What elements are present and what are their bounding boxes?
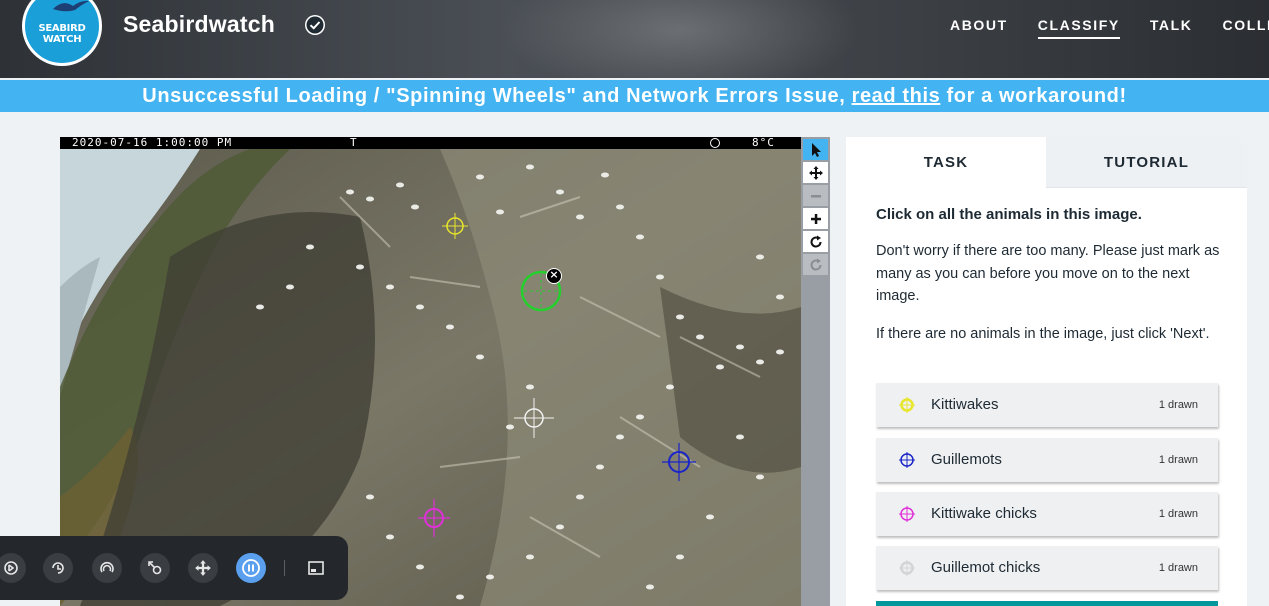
delete-marker-button[interactable]: × — [546, 268, 562, 284]
next-button[interactable] — [876, 601, 1218, 606]
kittiwake-marker-icon — [899, 397, 915, 413]
pan-button[interactable] — [188, 553, 218, 583]
site-header: SEABIRD WATCH Seabirdwatch ABOUT CLASSIF… — [0, 0, 1269, 78]
rotate-icon — [810, 235, 822, 248]
camera-timestamp-bar: 2020-07-16 1:00:00 PM T 8°C — [60, 137, 801, 149]
banner-text-suffix: for a workaround! — [940, 85, 1127, 107]
guillemot-marker-icon — [899, 452, 915, 468]
move-icon — [195, 560, 211, 576]
nav-classify[interactable]: CLASSIFY — [1037, 17, 1120, 39]
loop-button[interactable] — [92, 553, 122, 583]
camera-mode: T — [350, 137, 357, 149]
choice-guillemot-chicks[interactable]: Guillemot chicks 1 drawn — [876, 546, 1218, 590]
announcement-banner: Unsuccessful Loading / "Spinning Wheels"… — [0, 80, 1269, 112]
controls-divider — [284, 560, 285, 576]
bird-icon — [53, 0, 89, 12]
kittiwake-marker[interactable] — [442, 213, 468, 239]
replay-button[interactable] — [43, 553, 73, 583]
tab-tutorial[interactable]: TUTORIAL — [1046, 137, 1247, 188]
banner-text-prefix: Unsuccessful Loading / "Spinning Wheels"… — [142, 85, 852, 107]
guillemot-chick-marker-icon — [899, 560, 915, 576]
project-title[interactable]: Seabirdwatch — [123, 11, 275, 38]
zoom-out-button[interactable] — [803, 185, 828, 206]
refresh-icon — [810, 258, 822, 271]
guillemot-marker[interactable] — [662, 443, 696, 481]
replay-icon — [52, 562, 64, 574]
seabirdwatch-logo[interactable]: SEABIRD WATCH — [22, 0, 102, 66]
moon-phase-icon — [710, 138, 720, 148]
camera-timestamp: 2020-07-16 1:00:00 PM — [72, 137, 233, 149]
logo-text-line1: SEABIRD — [38, 23, 86, 34]
nav-collect[interactable]: COLLECT — [1223, 17, 1269, 39]
choice-label: Guillemot chicks — [931, 559, 1041, 576]
kittiwake-chick-marker[interactable] — [418, 499, 450, 537]
banner-read-this-link[interactable]: read this — [852, 85, 941, 107]
tab-task[interactable]: TASK — [846, 137, 1046, 188]
main-nav: ABOUT CLASSIFY TALK COLLECT — [950, 17, 1269, 39]
choice-count: 1 drawn — [1158, 562, 1198, 574]
zoom-in-button[interactable] — [803, 208, 828, 229]
media-controls — [0, 536, 348, 600]
minus-icon — [810, 194, 821, 197]
loop-icon — [100, 561, 114, 573]
choice-label: Kittiwake chicks — [931, 505, 1037, 522]
rewind-icon — [4, 561, 18, 575]
choice-guillemots[interactable]: Guillemots 1 drawn — [876, 438, 1218, 482]
pointer-icon — [811, 142, 821, 157]
pause-icon — [242, 559, 260, 577]
image-tools — [801, 137, 830, 606]
guillemot-chick-marker[interactable] — [514, 398, 554, 438]
choice-label: Guillemots — [931, 451, 1002, 468]
kittiwake-chick-marker-icon — [899, 506, 915, 522]
choice-count: 1 drawn — [1158, 454, 1198, 466]
rewind-button[interactable] — [0, 553, 26, 583]
pause-button[interactable] — [236, 553, 266, 583]
choice-label: Kittiwakes — [931, 396, 999, 413]
reset-view-button[interactable] — [803, 254, 828, 275]
camera-temperature: 8°C — [752, 137, 775, 149]
task-tabs: TASK TUTORIAL — [846, 137, 1247, 188]
screen-icon — [308, 561, 324, 575]
pointer-tool-button[interactable] — [803, 139, 828, 160]
speed-icon — [148, 561, 162, 575]
task-panel: TASK TUTORIAL Click on all the animals i… — [846, 137, 1247, 606]
choice-kittiwakes[interactable]: Kittiwakes 1 drawn — [876, 383, 1218, 427]
choice-kittiwake-chicks[interactable]: Kittiwake chicks 1 drawn — [876, 492, 1218, 536]
move-icon — [808, 165, 823, 180]
move-tool-button[interactable] — [803, 162, 828, 183]
plus-icon — [810, 213, 821, 224]
logo-text-line2: WATCH — [42, 34, 82, 45]
task-help-text-2: If there are no animals in the image, ju… — [876, 326, 1210, 342]
task-help-text: Don't worry if there are too many. Pleas… — [876, 243, 1220, 304]
choice-count: 1 drawn — [1158, 508, 1198, 520]
choice-count: 1 drawn — [1158, 399, 1198, 411]
speed-button[interactable] — [140, 553, 170, 583]
verified-badge-icon — [305, 15, 325, 35]
task-question: Click on all the animals in this image. — [876, 206, 1142, 223]
nav-about[interactable]: ABOUT — [950, 17, 1008, 39]
nav-talk[interactable]: TALK — [1150, 17, 1193, 39]
rotate-button[interactable] — [803, 231, 828, 252]
screen-button[interactable] — [301, 553, 331, 583]
